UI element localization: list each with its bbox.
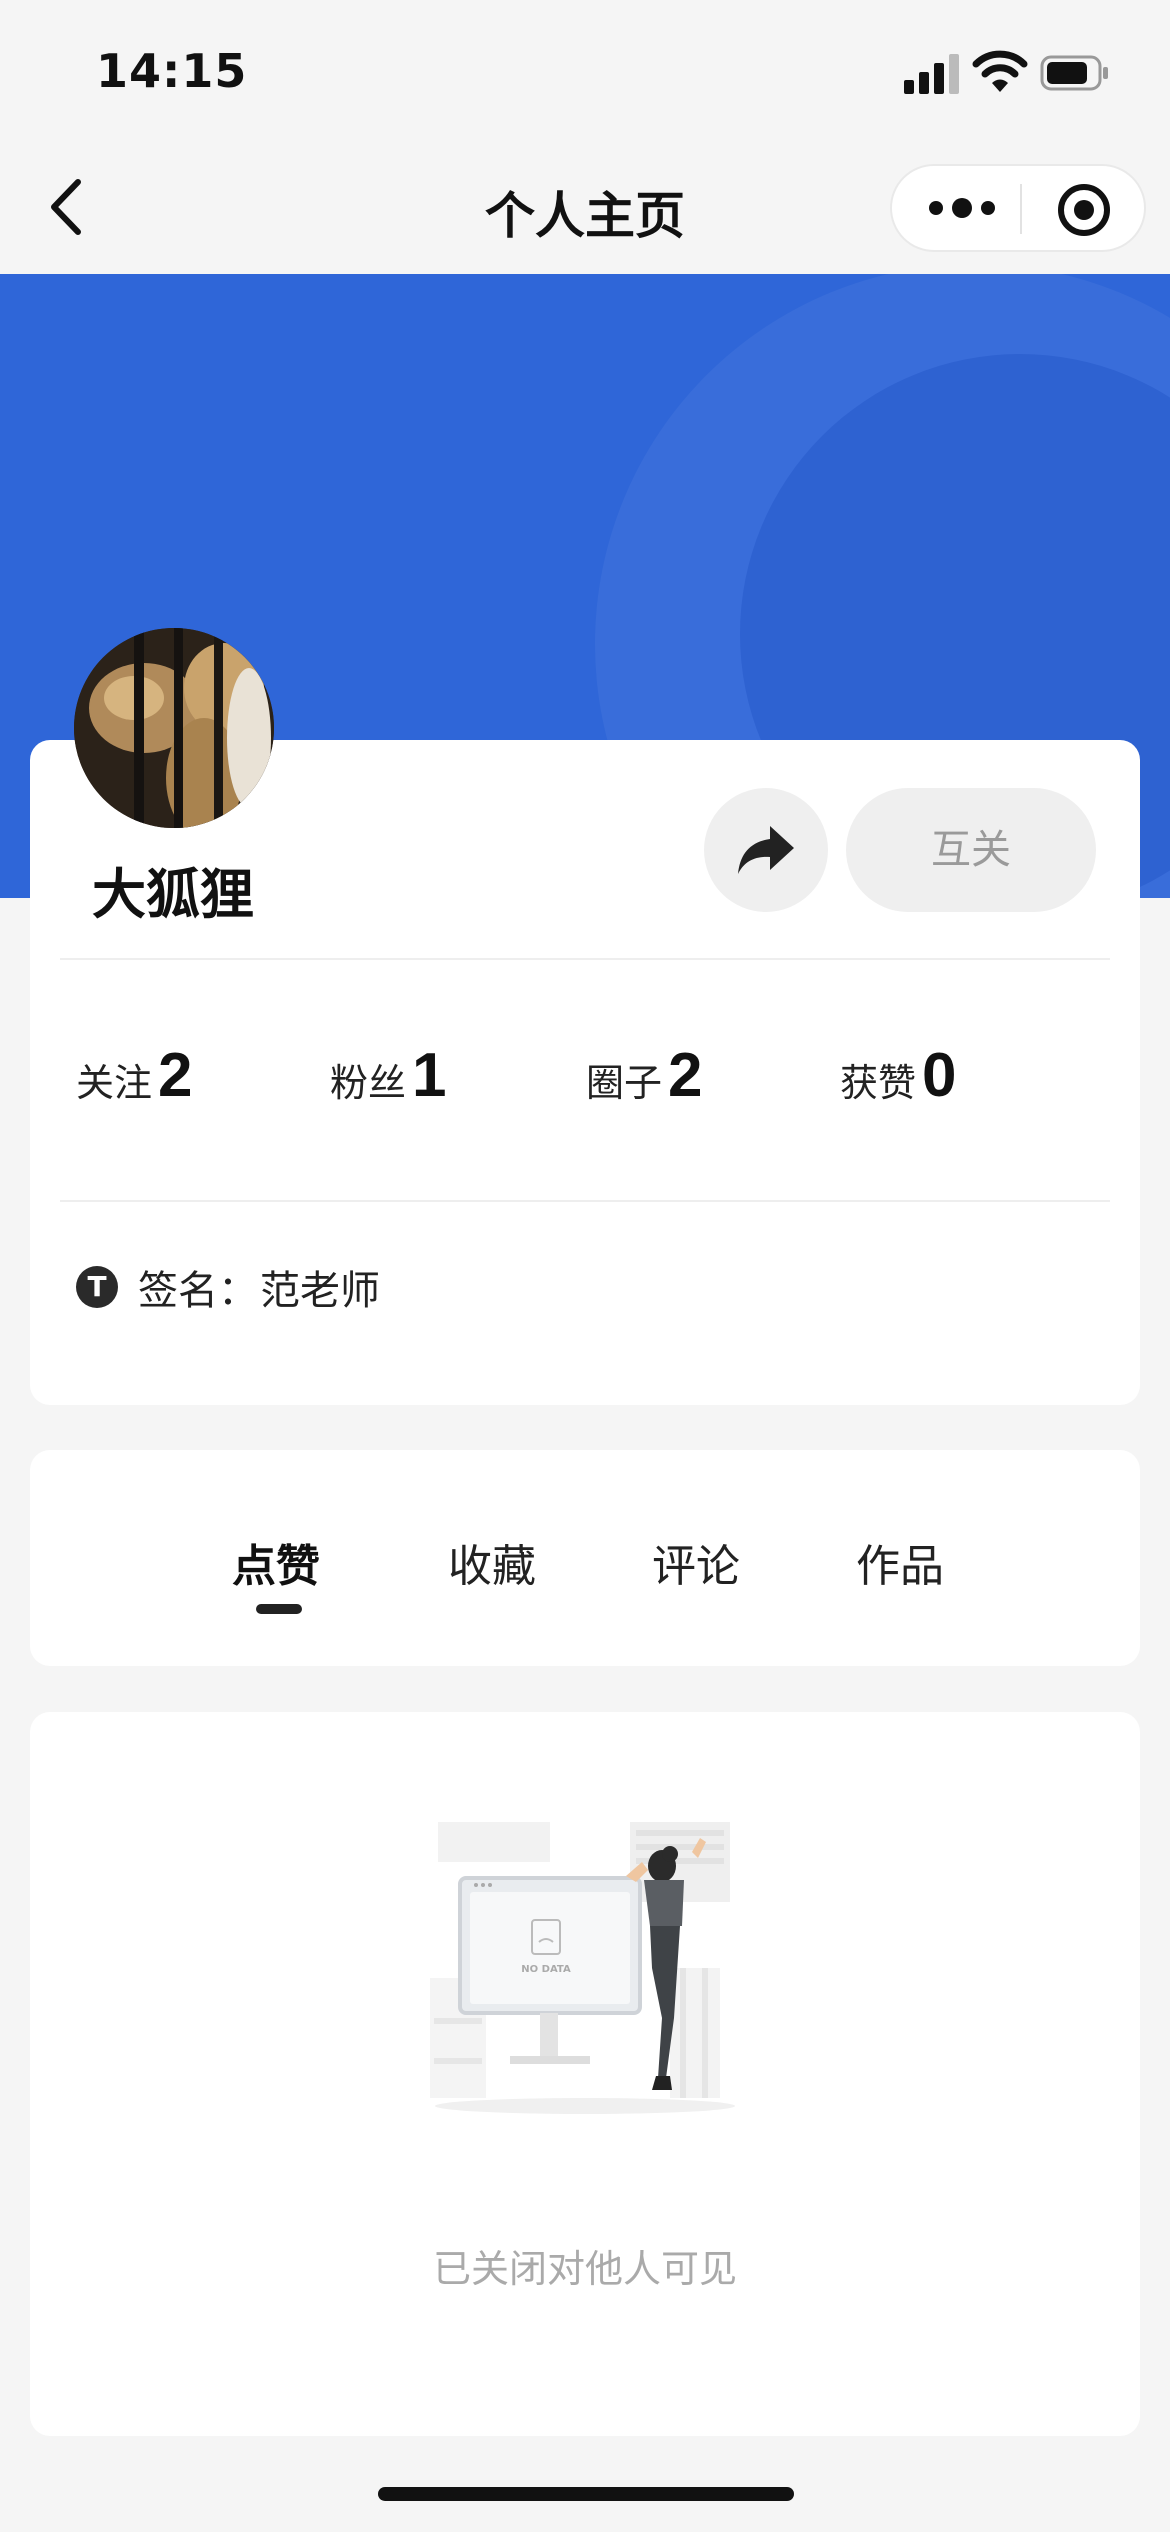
stat-value: 2 [158, 1041, 193, 1110]
signature-label: 签名： [138, 1268, 258, 1314]
stats-row: 关注2 粉丝1 圈子2 获赞0 [76, 1040, 1116, 1120]
no-data-illustration: NO DATA [430, 1822, 735, 2114]
stat-label: 获赞 [840, 1061, 917, 1105]
avatar-image [74, 628, 274, 828]
no-data-label: NO DATA [521, 1964, 571, 1975]
empty-state-card: NO DATA 已关闭对他人可见 [30, 1712, 1140, 2436]
status-time: 14:15 [96, 44, 248, 98]
tab-comments[interactable]: 评论 [652, 1530, 740, 1594]
cellular-signal-icon [904, 54, 959, 94]
stat-value: 1 [412, 1041, 447, 1110]
tab-works[interactable]: 作品 [856, 1530, 944, 1594]
active-tab-indicator [256, 1604, 302, 1614]
home-indicator[interactable] [378, 2487, 794, 2501]
divider [60, 1200, 1110, 1202]
mutual-follow-button[interactable]: 互关 [846, 788, 1096, 912]
stat-followers[interactable]: 粉丝1 [330, 1040, 447, 1111]
empty-state-message: 已关闭对他人可见 [432, 2247, 737, 2291]
stat-label: 粉丝 [330, 1061, 407, 1105]
share-arrow-icon [738, 826, 794, 874]
divider [60, 958, 1110, 960]
stat-label: 关注 [76, 1061, 153, 1105]
text-icon: T [76, 1266, 118, 1308]
close-target-icon[interactable] [1056, 182, 1112, 238]
wifi-icon [972, 50, 1028, 92]
capsule-divider [1020, 184, 1022, 234]
profile-card: 大狐狸 互关 关注2 粉丝1 圈子2 获赞0 T 签名： 范老师 [30, 740, 1140, 1405]
stat-value: 2 [668, 1041, 703, 1110]
stat-label: 圈子 [586, 1061, 663, 1105]
status-bar: 14:15 [0, 0, 1170, 140]
stat-likes[interactable]: 获赞0 [840, 1040, 957, 1111]
tab-favorites[interactable]: 收藏 [448, 1530, 536, 1594]
stat-value: 0 [922, 1041, 957, 1110]
more-dots-icon[interactable] [922, 188, 1002, 228]
nav-bar: 个人主页 [0, 140, 1170, 274]
tab-likes[interactable]: 点赞 [232, 1530, 320, 1594]
stat-following[interactable]: 关注2 [76, 1040, 193, 1111]
avatar[interactable] [74, 628, 274, 828]
battery-icon [1040, 55, 1108, 91]
signature-value: 范老师 [260, 1268, 380, 1314]
mini-program-capsule [890, 164, 1146, 252]
share-button[interactable] [704, 788, 828, 912]
username: 大狐狸 [92, 863, 254, 926]
stat-circles[interactable]: 圈子2 [586, 1040, 703, 1111]
tabs-card: 点赞 收藏 评论 作品 [30, 1450, 1140, 1666]
